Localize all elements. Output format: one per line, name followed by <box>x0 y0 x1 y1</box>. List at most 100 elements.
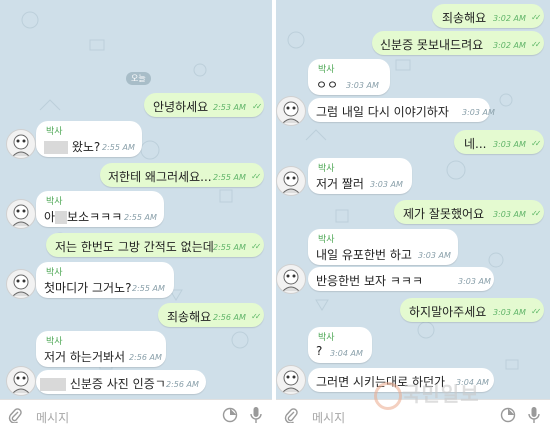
message-text: 하지말아주세요 <box>409 305 487 319</box>
redaction-box <box>40 378 66 391</box>
sender-name: 박사 <box>46 197 63 207</box>
incoming-message[interactable]: 박사 ? 3:04 AM <box>308 327 372 363</box>
message-text: 반응한번 보자 ㅋㅋㅋ <box>316 274 423 288</box>
message-input-bar[interactable]: 메시지 <box>0 399 272 431</box>
incoming-message[interactable]: 박사 아 보소ㅋㅋㅋ 2:55 AM <box>36 191 164 227</box>
read-checks-icon: ✓✓ <box>252 102 263 111</box>
message-text: 저는 한번도 그방 간적도 없는데 <box>55 240 214 254</box>
outgoing-message[interactable]: 하지말아주세요 3:03 AM ✓✓ <box>400 298 544 322</box>
avatar[interactable] <box>276 166 306 196</box>
message-time: 2:55 AM <box>213 173 246 182</box>
sender-name: 박사 <box>46 268 63 278</box>
message-text: 신분증 못보내드려요 <box>380 38 484 52</box>
message-time: 3:03 AM <box>418 251 451 260</box>
message-time: 3:03 AM <box>493 308 526 317</box>
message-input[interactable]: 메시지 <box>312 409 345 426</box>
sticker-icon[interactable] <box>500 407 516 423</box>
incoming-message[interactable]: 반응한번 보자 ㅋㅋㅋ 3:03 AM <box>308 267 494 291</box>
watermark-logo-icon <box>374 382 402 410</box>
cartoon-avatar-icon <box>282 101 300 124</box>
message-time: 3:03 AM <box>493 140 526 149</box>
outgoing-message[interactable]: 저한테 왜그러세요... 2:55 AM ✓✓ <box>100 163 264 187</box>
incoming-message[interactable]: 박사 첫마디가 그거노? 2:55 AM <box>36 262 174 298</box>
message-text: ㅇㅇ <box>316 78 339 92</box>
message-time: 3:03 AM <box>346 81 379 90</box>
message-time: 3:02 AM <box>493 14 526 23</box>
message-text: 네... <box>464 137 487 151</box>
avatar[interactable] <box>6 269 36 299</box>
message-text: 그럼 내일 다시 이야기하자 <box>316 105 449 119</box>
sticker-icon[interactable] <box>222 407 238 423</box>
incoming-message[interactable]: 신분증 사진 인증ㄱ 2:56 AM <box>36 370 206 394</box>
read-checks-icon: ✓✓ <box>531 40 542 49</box>
microphone-icon[interactable] <box>528 406 540 424</box>
message-text-row: 왔노? <box>44 138 100 155</box>
message-time: 2:55 AM <box>102 143 135 152</box>
message-text: ? <box>316 344 323 358</box>
incoming-message[interactable]: 박사 ㅇㅇ 3:03 AM <box>308 59 390 95</box>
sender-name: 박사 <box>318 164 335 174</box>
cartoon-avatar-icon <box>12 134 30 157</box>
outgoing-message[interactable]: 죄송해요 2:56 AM ✓✓ <box>158 303 264 327</box>
read-checks-icon: ✓✓ <box>531 13 542 22</box>
chat-panel-right: 죄송해요 3:02 AM ✓✓ 신분증 못보내드려요 3:02 AM ✓✓ 박사… <box>276 0 550 431</box>
incoming-message[interactable]: 박사 내일 유포한번 하고 3:03 AM <box>308 229 458 265</box>
cartoon-avatar-icon <box>282 269 300 292</box>
date-chip: 오늘 <box>126 72 151 85</box>
outgoing-message[interactable]: 네... 3:03 AM ✓✓ <box>454 130 544 154</box>
attach-paperclip-icon[interactable] <box>8 407 22 423</box>
message-text: 왔노? <box>71 140 101 154</box>
read-checks-icon: ✓✓ <box>251 242 262 251</box>
outgoing-message[interactable]: 제가 잘못했어요 3:03 AM ✓✓ <box>394 200 544 224</box>
incoming-message[interactable]: 박사 저거 하는거봐서 2:56 AM <box>36 331 166 367</box>
message-text: 죄송해요 <box>442 11 487 25</box>
outgoing-message[interactable]: 죄송해요 3:02 AM ✓✓ <box>432 4 544 28</box>
message-time: 3:03 AM <box>370 180 403 189</box>
read-checks-icon: ✓✓ <box>251 312 262 321</box>
microphone-icon[interactable] <box>250 406 262 424</box>
outgoing-message[interactable]: 안녕하세요 2:53 AM ✓✓ <box>144 93 264 117</box>
outgoing-message[interactable]: 저는 한번도 그방 간적도 없는데 2:55 AM ✓✓ <box>46 233 264 257</box>
sender-name: 박사 <box>46 127 63 137</box>
avatar[interactable] <box>6 129 36 159</box>
message-text: 내일 유포한번 하고 <box>316 248 412 262</box>
message-time: 3:03 AM <box>458 277 491 286</box>
message-text-row: 신분증 사진 인증ㄱ <box>40 375 166 392</box>
incoming-message[interactable]: 박사 저거 짤러 3:03 AM <box>308 158 412 194</box>
message-time: 3:03 AM <box>493 210 526 219</box>
avatar[interactable] <box>6 366 36 396</box>
cartoon-avatar-icon <box>12 371 30 394</box>
sender-name: 박사 <box>318 65 335 75</box>
message-time: 3:04 AM <box>330 349 363 358</box>
cartoon-avatar-icon <box>12 204 30 227</box>
sender-name: 박사 <box>46 337 63 347</box>
sender-name: 박사 <box>318 235 335 245</box>
message-text: 안녕하세요 <box>153 100 209 114</box>
redaction-box <box>44 141 68 154</box>
message-text: 보소ㅋㅋㅋ <box>67 210 123 224</box>
avatar[interactable] <box>276 365 306 395</box>
avatar[interactable] <box>276 96 306 126</box>
cartoon-avatar-icon <box>282 171 300 194</box>
message-time: 2:55 AM <box>213 243 246 252</box>
message-text-row: 아 보소ㅋㅋㅋ <box>44 208 122 225</box>
cartoon-avatar-icon <box>282 370 300 393</box>
message-input[interactable]: 메시지 <box>36 409 69 426</box>
avatar[interactable] <box>6 199 36 229</box>
read-checks-icon: ✓✓ <box>531 209 542 218</box>
message-time: 3:02 AM <box>493 41 526 50</box>
incoming-message[interactable]: 박사 왔노? 2:55 AM <box>36 121 142 157</box>
avatar[interactable] <box>276 264 306 294</box>
message-time: 3:03 AM <box>462 108 495 117</box>
message-text-prefix: 아 <box>44 210 56 224</box>
message-time: 2:55 AM <box>124 213 157 222</box>
message-time: 2:56 AM <box>213 313 246 322</box>
attach-paperclip-icon[interactable] <box>284 407 298 423</box>
message-time: 2:56 AM <box>166 380 199 389</box>
incoming-message[interactable]: 그럼 내일 다시 이야기하자 3:03 AM <box>308 98 495 122</box>
message-text: 저거 하는거봐서 <box>44 350 126 364</box>
cartoon-avatar-icon <box>12 274 30 297</box>
outgoing-message[interactable]: 신분증 못보내드려요 3:02 AM ✓✓ <box>372 31 544 55</box>
watermark-text: 국민일보 <box>402 382 480 406</box>
message-time: 2:56 AM <box>129 353 162 362</box>
